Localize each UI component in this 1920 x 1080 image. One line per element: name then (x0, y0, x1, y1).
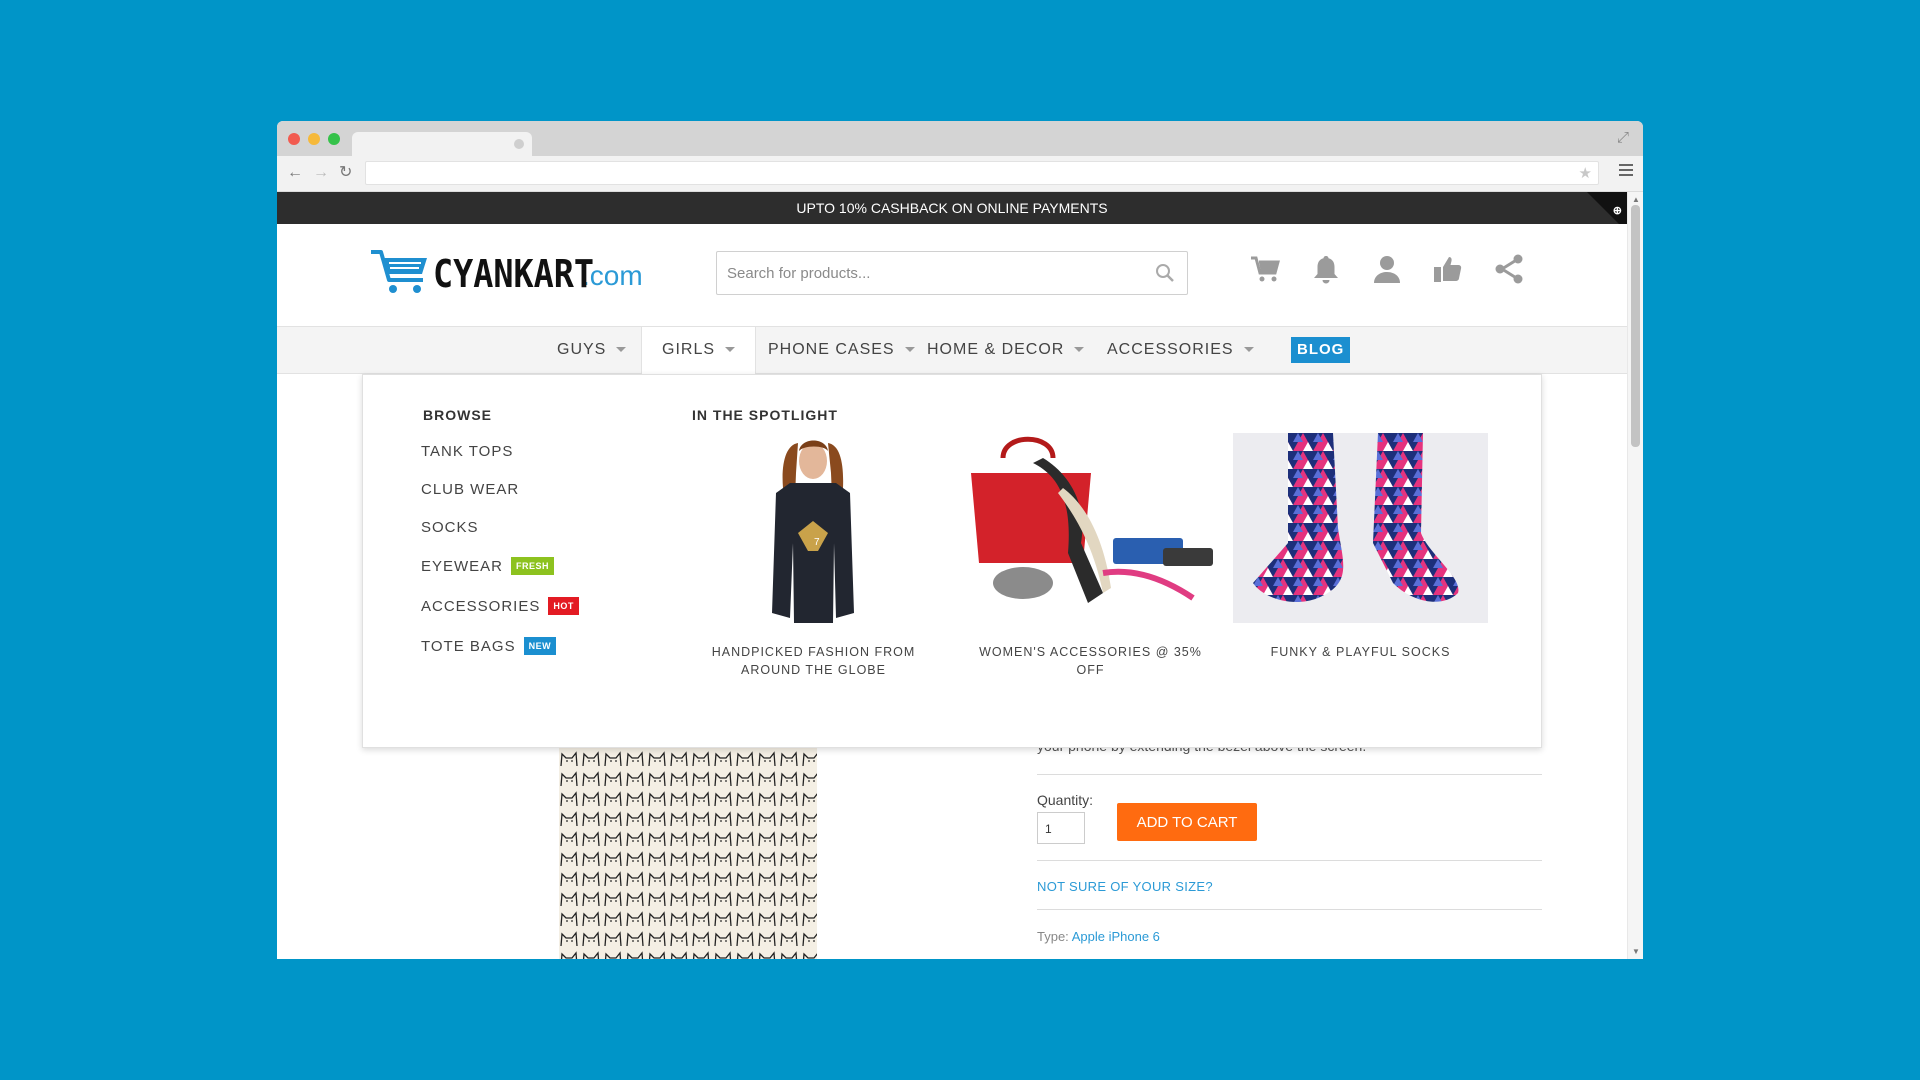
plus-icon[interactable]: ⊕ (1613, 195, 1622, 227)
search-icon[interactable] (1155, 263, 1175, 283)
browse-label: EYEWEAR (421, 557, 504, 575)
browse-item-accessories[interactable]: ACCESSORIES HOT (421, 597, 579, 615)
spotlight-caption: FUNKY & PLAYFUL SOCKS (1270, 645, 1451, 659)
divider (1037, 774, 1542, 775)
cart-icon[interactable] (1247, 251, 1283, 287)
brand-name: CYANKART (433, 252, 595, 296)
girls-mega-menu: BROWSE TANK TOPS CLUB WEAR SOCKS EYEWEAR… (362, 374, 1542, 748)
tab-close-icon[interactable] (514, 139, 524, 149)
browser-tab[interactable] (352, 132, 532, 156)
bell-icon[interactable] (1308, 251, 1344, 287)
promo-bar: UPTO 10% CASHBACK ON ONLINE PAYMENTS ⊕ (277, 192, 1627, 232)
scroll-thumb[interactable] (1631, 205, 1640, 447)
logo-cart-icon (371, 250, 427, 293)
browser-window: ⤢ ← → ↻ ★ UPTO 10% CASHBACK ON ONLINE PA… (277, 121, 1643, 959)
browse-label: SOCKS (421, 519, 479, 536)
browser-menu-icon[interactable] (1619, 164, 1633, 179)
spotlight-image-socks (1233, 433, 1488, 623)
divider (1037, 860, 1542, 861)
user-icon[interactable] (1369, 251, 1405, 287)
fullscreen-icon[interactable]: ⤢ (1617, 129, 1629, 146)
spotlight-fashion[interactable]: 7 HANDPICKED FASHION FROM AROUND THE GLO… (686, 433, 941, 679)
browse-label: TOTE BAGS (421, 637, 516, 655)
spotlight-heading: IN THE SPOTLIGHT (692, 407, 838, 423)
caret-down-icon (1243, 347, 1254, 353)
quantity-label: Quantity: (1037, 792, 1094, 808)
nav-label: PHONE CASES (768, 341, 895, 358)
nav-home-decor[interactable]: HOME & DECOR (907, 327, 1104, 375)
product-type: Type: Apple iPhone 6 (1037, 929, 1160, 944)
spotlight-accessories[interactable]: WOMEN'S ACCESSORIES @ 35% OFF (963, 433, 1218, 679)
caret-down-icon (1074, 347, 1085, 353)
search-input[interactable] (717, 252, 1137, 294)
browse-label: TANK TOPS (421, 443, 514, 460)
address-bar[interactable]: ★ (365, 161, 1599, 185)
divider (1037, 909, 1542, 910)
main-navigation: GUYS GIRLS PHONE CASES HOME & DECOR ACCE… (277, 326, 1627, 376)
browse-item-club-wear[interactable]: CLUB WEAR (421, 481, 519, 498)
nav-label: GUYS (557, 341, 607, 358)
bookmark-star-icon[interactable]: ★ (1579, 164, 1592, 182)
fresh-badge: FRESH (511, 557, 555, 575)
forward-icon[interactable]: → (313, 164, 329, 182)
browse-heading: BROWSE (423, 407, 492, 423)
nav-accessories[interactable]: ACCESSORIES (1087, 327, 1274, 375)
browse-label: CLUB WEAR (421, 481, 520, 498)
brand-logo[interactable]: CYANKART .com (369, 246, 643, 296)
minimize-window-button[interactable] (308, 133, 320, 145)
new-badge: NEW (523, 637, 557, 655)
page-scrollbar[interactable]: ▲ ▼ (1627, 192, 1643, 959)
caret-down-icon (616, 347, 627, 353)
promo-text: UPTO 10% CASHBACK ON ONLINE PAYMENTS (796, 200, 1108, 216)
nav-girls[interactable]: GIRLS (641, 327, 757, 376)
browse-item-tank-tops[interactable]: TANK TOPS (421, 443, 513, 460)
browse-item-tote-bags[interactable]: TOTE BAGS NEW (421, 637, 557, 655)
browser-titlebar: ⤢ (277, 121, 1643, 156)
browse-item-socks[interactable]: SOCKS (421, 519, 479, 536)
spotlight-caption: WOMEN'S ACCESSORIES @ 35% OFF (979, 645, 1202, 677)
nav-label: ACCESSORIES (1107, 341, 1234, 358)
scroll-down-icon[interactable]: ▼ (1632, 947, 1640, 956)
browser-toolbar: ← → ↻ ★ (277, 156, 1643, 192)
nav-blog[interactable]: BLOG (1291, 337, 1351, 363)
reload-icon[interactable]: ↻ (339, 164, 352, 182)
scroll-up-icon[interactable]: ▲ (1632, 195, 1640, 204)
back-icon[interactable]: ← (287, 164, 303, 182)
nav-label: GIRLS (662, 341, 716, 358)
svg-text:7: 7 (814, 537, 820, 548)
header-icons (1247, 251, 1527, 287)
type-link[interactable]: Apple iPhone 6 (1072, 929, 1160, 944)
browse-label: ACCESSORIES (421, 597, 541, 615)
caret-down-icon (725, 347, 736, 353)
type-label: Type: (1037, 929, 1069, 944)
add-to-cart-button[interactable]: ADD TO CART (1117, 803, 1257, 841)
maximize-window-button[interactable] (328, 133, 340, 145)
spotlight-socks[interactable]: FUNKY & PLAYFUL SOCKS (1233, 433, 1488, 661)
quantity-input[interactable]: 1 (1037, 812, 1085, 844)
spotlight-image-accessories (963, 433, 1218, 623)
nav-guys[interactable]: GUYS (537, 327, 646, 375)
spotlight-image-fashion: 7 (686, 433, 941, 623)
site-header: CYANKART .com (277, 224, 1627, 326)
thumbs-up-icon[interactable] (1430, 251, 1466, 287)
size-guide-link[interactable]: NOT SURE OF YOUR SIZE? (1037, 879, 1213, 894)
search-box[interactable] (716, 251, 1188, 295)
product-image[interactable] (559, 748, 817, 959)
cat-pattern-image (559, 748, 817, 959)
close-window-button[interactable] (288, 133, 300, 145)
spotlight-caption: HANDPICKED FASHION FROM AROUND THE GLOBE (711, 645, 916, 677)
page-viewport: UPTO 10% CASHBACK ON ONLINE PAYMENTS ⊕ C… (277, 192, 1627, 959)
share-icon[interactable] (1491, 251, 1527, 287)
browse-item-eyewear[interactable]: EYEWEAR FRESH (421, 557, 555, 575)
nav-label: HOME & DECOR (927, 341, 1065, 358)
hot-badge: HOT (548, 597, 579, 615)
